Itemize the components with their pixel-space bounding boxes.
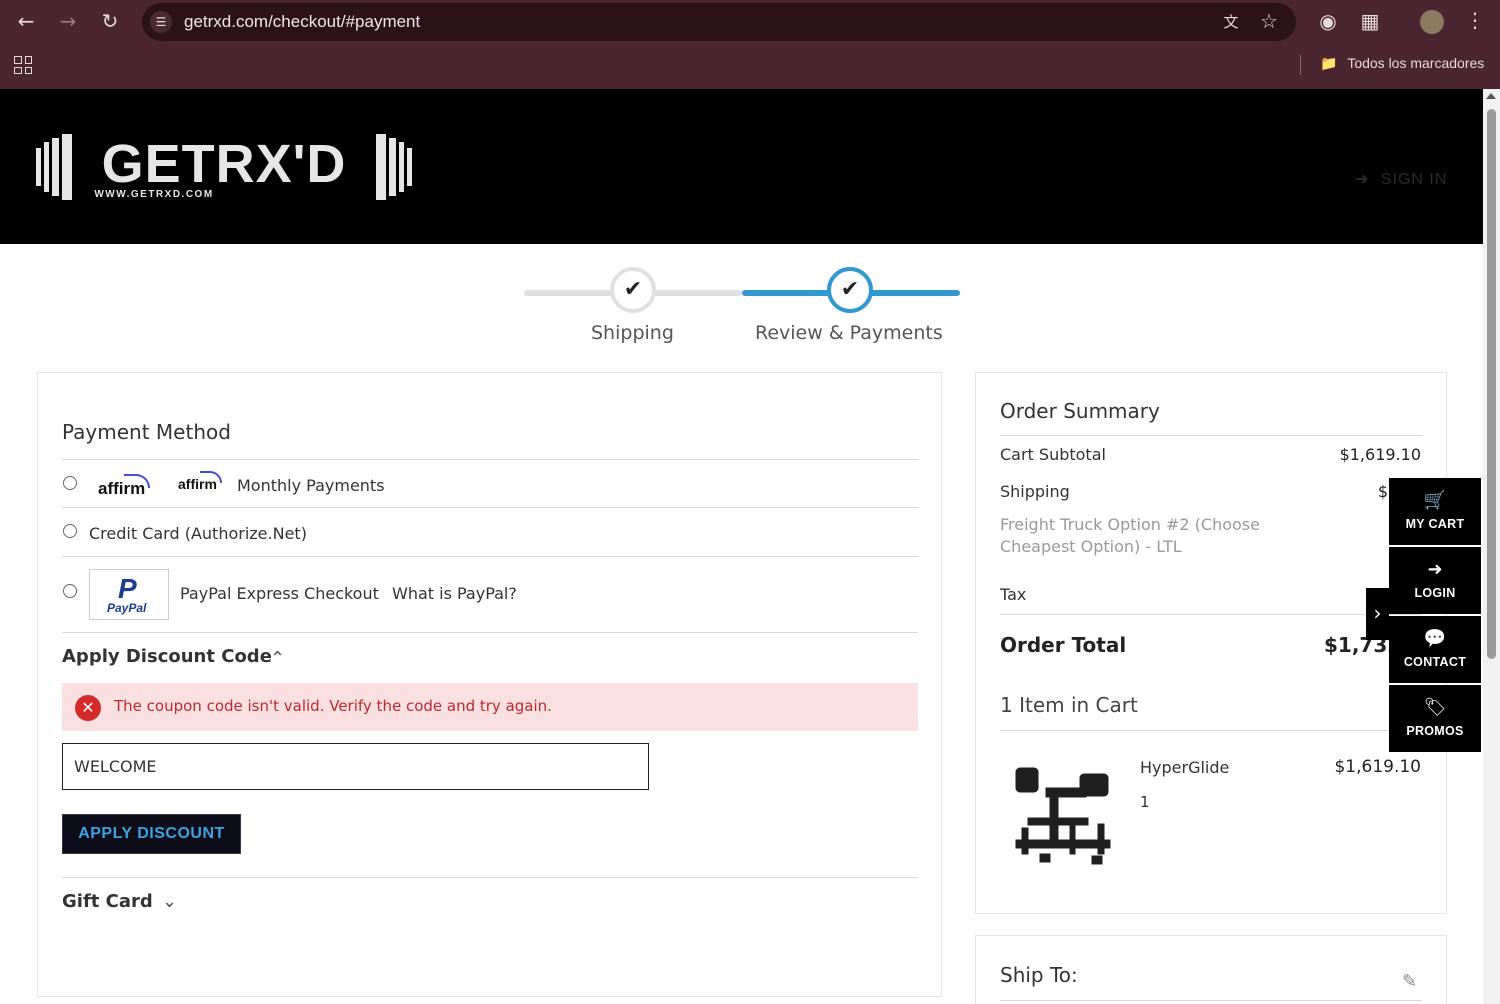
product-qty: 1 [1140,793,1150,811]
cart-subtotal-value: $1,619.10 [1339,445,1421,464]
shipping-value: $ [1377,482,1388,501]
bookmark-separator [1300,55,1301,75]
tag-icon: 🏷 [1423,697,1447,718]
shipping-method-note: Freight Truck Option #2 (Choose Cheapest… [1000,515,1260,556]
chat-icon: 💬 [1423,628,1447,649]
divider [62,632,918,633]
extension-badge-icon[interactable]: ◉ [1316,11,1340,31]
logo-url: WWW.GETRXD.COM [94,189,213,200]
browser-chrome: ← → ↻ ☰ getrxd.com/checkout/#payment 文 ☆… [0,0,1500,89]
affirm-logo-arc [124,474,150,488]
ship-to-panel: Ship To: ✎ [975,935,1447,1004]
affirm-label[interactable]: Monthly Payments [237,476,385,495]
site-header: GETRX'D WWW.GETRXD.COM ➜ SIGN IN [0,89,1483,244]
checkout-progress: ✔ ✔ Shipping Review & Payments [524,267,960,357]
divider [62,507,918,508]
discount-code-input[interactable] [62,743,649,790]
error-icon: ✕ [75,695,101,721]
cart-icon: 🛒 [1423,490,1447,511]
site-info-icon[interactable]: ☰ [150,11,172,33]
divider [1000,1000,1422,1001]
edit-pencil-icon[interactable]: ✎ [1402,971,1417,992]
credit-card-radio[interactable] [63,524,77,538]
side-nav-label: MY CART [1405,517,1465,531]
floating-side-nav: 🛒 MY CART ➜ LOGIN 💬 CONTACT 🏷 PROMOS [1389,478,1481,752]
apply-discount-button[interactable]: APPLY DISCOUNT [62,814,241,854]
apply-discount-title[interactable]: Apply Discount Code [62,646,272,667]
scroll-thumb[interactable] [1487,109,1496,659]
menu-icon[interactable]: ⋮ [1463,10,1487,30]
folder-icon: 📁 [1320,55,1338,71]
all-bookmarks[interactable]: 📁 Todos los marcadores [1320,55,1484,72]
side-nav-contact[interactable]: 💬 CONTACT [1389,616,1481,683]
credit-card-label[interactable]: Credit Card (Authorize.Net) [89,524,307,543]
shipping-label: Shipping [1000,482,1070,501]
divider [1000,730,1422,731]
order-summary-title: Order Summary [1000,399,1160,423]
coupon-error-message: ✕ The coupon code isn't valid. Verify th… [62,683,918,731]
reload-icon[interactable]: ↻ [98,11,122,31]
side-nav-promos[interactable]: 🏷 PROMOS [1389,685,1481,752]
gift-card-title[interactable]: Gift Card [62,891,153,912]
affirm-radio[interactable] [63,476,77,490]
chevron-up-icon[interactable]: ⌃ [270,648,285,669]
cart-subtotal-label: Cart Subtotal [1000,445,1106,464]
product-price: $1,619.10 [1334,757,1421,777]
chevron-down-icon[interactable]: ⌄ [162,891,177,912]
translate-icon[interactable]: 文 [1219,12,1243,32]
step-shipping-label[interactable]: Shipping [591,322,674,344]
payment-method-panel: Payment Method affirm affirm Monthly Pay… [37,372,942,997]
login-icon: ➜ [1427,559,1443,580]
side-nav-label: LOGIN [1414,586,1456,600]
url-text[interactable]: getrxd.com/checkout/#payment [184,12,420,32]
side-nav-label: CONTACT [1403,655,1467,669]
extensions-icon[interactable]: ▦ [1358,11,1382,31]
apps-icon[interactable] [14,56,32,74]
logo-text: GETRX'D [102,134,347,194]
product-image[interactable] [1010,758,1122,873]
step-shipping-check-icon[interactable]: ✔ [610,267,656,313]
forward-icon[interactable]: → [56,11,80,31]
sign-in-label: SIGN IN [1380,171,1448,188]
coupon-error-text: The coupon code isn't valid. Verify the … [114,697,552,715]
divider [62,459,918,460]
address-bar[interactable]: ☰ getrxd.com/checkout/#payment 文 ☆ [142,3,1296,41]
payment-method-title: Payment Method [62,420,231,444]
step-payment-label: Review & Payments [755,322,943,344]
bookmarks-label: Todos los marcadores [1347,55,1485,71]
sign-in-link[interactable]: ➜ SIGN IN [1355,169,1447,189]
sign-in-icon: ➜ [1355,171,1370,188]
paypal-logo: P PayPal [89,569,169,620]
paypal-label[interactable]: PayPal Express Checkout [180,584,379,603]
site-logo[interactable]: GETRX'D WWW.GETRXD.COM [36,134,412,200]
page-scrollbar[interactable] [1483,89,1500,1004]
divider [1000,435,1422,436]
side-nav-my-cart[interactable]: 🛒 MY CART [1389,478,1481,545]
what-is-paypal-link[interactable]: What is PayPal? [392,584,517,603]
bookmark-star-icon[interactable]: ☆ [1257,11,1281,31]
divider [1000,614,1422,615]
side-nav-login[interactable]: ➜ LOGIN [1389,547,1481,614]
scroll-up-arrow-icon[interactable] [1486,93,1496,99]
tax-label: Tax [1000,585,1027,604]
paypal-logo-text: PayPal [107,601,147,615]
order-total-label: Order Total [1000,633,1127,657]
step-payment-check-icon: ✔ [827,267,873,313]
back-icon[interactable]: ← [14,11,38,31]
avatar[interactable] [1420,10,1444,34]
divider [62,556,918,557]
paypal-radio[interactable] [63,584,77,598]
side-nav-toggle-chevron-icon[interactable]: › [1366,588,1389,640]
product-name: HyperGlide [1140,758,1230,777]
affirm-logo-small-arc [200,471,222,483]
side-nav-label: PROMOS [1406,724,1464,738]
ship-to-title: Ship To: [1000,963,1078,987]
checkout-page: GETRX'D WWW.GETRXD.COM ➜ SIGN IN ✔ ✔ Shi… [0,89,1483,1004]
items-in-cart-toggle[interactable]: 1 Item in Cart [1000,693,1138,717]
order-summary-panel: Order Summary Cart Subtotal $1,619.10 Sh… [975,372,1447,914]
divider [62,877,918,878]
